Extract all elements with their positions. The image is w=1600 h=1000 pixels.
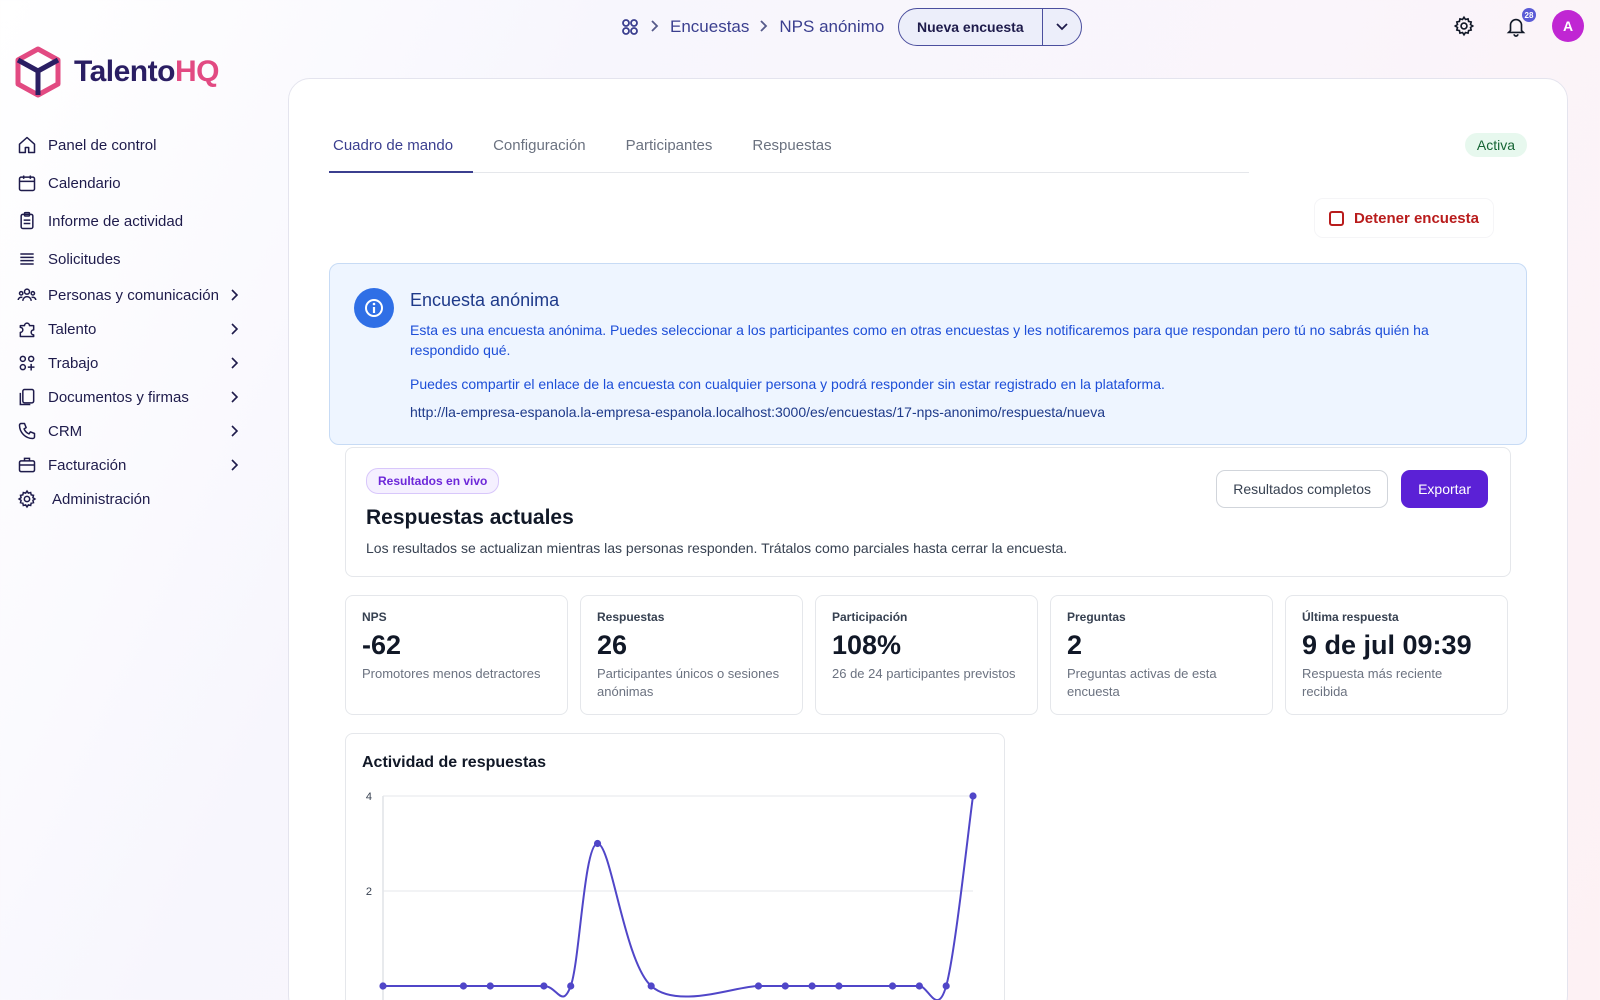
survey-share-link[interactable]: http://la-empresa-espanola.la-empresa-es…: [410, 404, 1105, 420]
info-title: Encuesta anónima: [410, 290, 560, 310]
chevron-right-icon: [231, 459, 239, 471]
tab-cuadro-de-mando[interactable]: Cuadro de mando: [329, 133, 474, 173]
sidebar-nav: Panel de control Calendario Informe de a…: [16, 126, 242, 516]
data-point: [942, 982, 950, 990]
data-point: [969, 792, 977, 800]
sidebar-item-calendario[interactable]: Calendario: [16, 164, 242, 202]
documents-icon: [16, 386, 38, 408]
notifications-button[interactable]: 28: [1500, 8, 1536, 42]
data-point: [781, 982, 789, 990]
data-point: [593, 839, 602, 848]
puzzle-icon: [16, 318, 38, 340]
data-point: [808, 982, 816, 990]
top-bar: Encuestas NPS anónimo Nueva encuesta 28 …: [0, 0, 1600, 54]
gear-icon: [16, 488, 38, 510]
info-paragraph: Puedes compartir el enlace de la encuest…: [410, 376, 1165, 392]
brand-logo[interactable]: TalentoHQ: [14, 46, 219, 98]
chevron-right-icon: [231, 289, 239, 301]
briefcase-icon: [16, 454, 38, 476]
y-tick-label: 4: [366, 791, 372, 803]
stat-card-ultima-respuesta: Última respuesta 9 de jul 09:39 Respuest…: [1285, 595, 1508, 715]
chevron-right-icon: [231, 425, 239, 437]
home-icon: [16, 134, 38, 156]
main-panel: Cuadro de mando Configuración Participan…: [288, 78, 1568, 1000]
data-point: [915, 982, 923, 990]
calendar-icon: [16, 172, 38, 194]
tab-configuracion[interactable]: Configuración: [489, 133, 606, 173]
tab-respuestas[interactable]: Respuestas: [748, 133, 851, 173]
live-results-description: Los resultados se actualizan mientras la…: [366, 540, 1068, 556]
info-paragraph: Esta es una encuesta anónima. Puedes sel…: [410, 322, 1429, 358]
sidebar-item-solicitudes[interactable]: Solicitudes: [16, 240, 242, 278]
data-point: [647, 982, 655, 990]
data-point: [486, 982, 494, 990]
sidebar-item-personas-y-comunicacion[interactable]: Personas y comunicación: [16, 278, 242, 312]
clipboard-icon: [16, 210, 38, 232]
export-button[interactable]: Exportar: [1401, 470, 1488, 508]
new-survey-split-button: Nueva encuesta: [898, 8, 1082, 46]
stats-row: NPS -62 Promotores menos detractores Res…: [345, 595, 1511, 715]
live-results-pill: Resultados en vivo: [366, 468, 500, 494]
info-icon: [354, 288, 394, 328]
notification-count-badge: 28: [1522, 8, 1536, 22]
chevron-right-icon: [650, 19, 660, 35]
sidebar-item-talento[interactable]: Talento: [16, 312, 242, 346]
chevron-right-icon: [231, 323, 239, 335]
response-activity-chart-card: Actividad de respuestas 42: [345, 733, 1005, 1000]
brand-name: TalentoHQ: [74, 55, 219, 88]
sidebar-item-facturacion[interactable]: Facturación: [16, 448, 242, 482]
full-results-button[interactable]: Resultados completos: [1216, 470, 1388, 508]
sidebar-item-trabajo[interactable]: Trabajo: [16, 346, 242, 380]
live-results-title: Respuestas actuales: [366, 506, 574, 529]
chevron-right-icon: [231, 357, 239, 369]
data-point: [888, 982, 897, 990]
settings-button[interactable]: [1448, 10, 1480, 42]
data-point: [835, 982, 843, 990]
sidebar-item-panel-de-control[interactable]: Panel de control: [16, 126, 242, 164]
chevron-down-icon: [1055, 23, 1068, 31]
response-activity-chart: 42: [366, 791, 977, 1000]
chevron-right-icon: [231, 391, 239, 403]
sidebar-item-documentos-y-firmas[interactable]: Documentos y firmas: [16, 380, 242, 414]
data-point: [754, 982, 763, 990]
tab-participantes[interactable]: Participantes: [622, 133, 733, 173]
avatar[interactable]: A: [1552, 10, 1584, 42]
phone-icon: [16, 420, 38, 442]
data-point: [459, 982, 468, 990]
stat-card-participacion: Participación 108% 26 de 24 participante…: [815, 595, 1038, 715]
users-icon: [16, 284, 38, 306]
breadcrumb-current: NPS anónimo: [779, 17, 885, 36]
anonymous-survey-info-box: Encuesta anónima Esta es una encuesta an…: [329, 263, 1527, 445]
series-line: [383, 795, 974, 1000]
breadcrumb-encuestas[interactable]: Encuestas: [670, 17, 749, 37]
breadcrumb: Encuestas NPS anónimo: [620, 14, 884, 40]
stat-card-respuestas: Respuestas 26 Participantes únicos o ses…: [580, 595, 803, 715]
live-results-card: Resultados en vivo Respuestas actuales L…: [345, 447, 1511, 577]
stat-card-nps: NPS -62 Promotores menos detractores: [345, 595, 568, 715]
sidebar-item-informe-de-actividad[interactable]: Informe de actividad: [16, 202, 242, 240]
new-survey-dropdown-button[interactable]: [1043, 9, 1081, 45]
stop-square-icon: [1328, 210, 1344, 226]
new-survey-button[interactable]: Nueva encuesta: [899, 9, 1043, 45]
gear-icon: [1453, 15, 1475, 37]
status-badge: Activa: [1464, 133, 1527, 157]
stat-card-preguntas: Preguntas 2 Preguntas activas de esta en…: [1050, 595, 1273, 715]
logo-cube-icon: [15, 46, 61, 98]
chevron-right-icon: [759, 19, 769, 35]
data-point: [379, 982, 387, 990]
apps-grid-icon[interactable]: [620, 17, 640, 37]
data-point: [567, 982, 575, 990]
grid-icon: [16, 352, 38, 374]
list-icon: [16, 248, 38, 270]
data-point: [540, 982, 548, 990]
sidebar-item-administracion[interactable]: Administración: [16, 482, 242, 516]
sidebar-item-crm[interactable]: CRM: [16, 414, 242, 448]
y-tick-label: 2: [366, 886, 372, 898]
tab-bar: Cuadro de mando Configuración Participan…: [329, 133, 1249, 173]
stop-survey-button[interactable]: Detener encuesta: [1314, 199, 1493, 237]
